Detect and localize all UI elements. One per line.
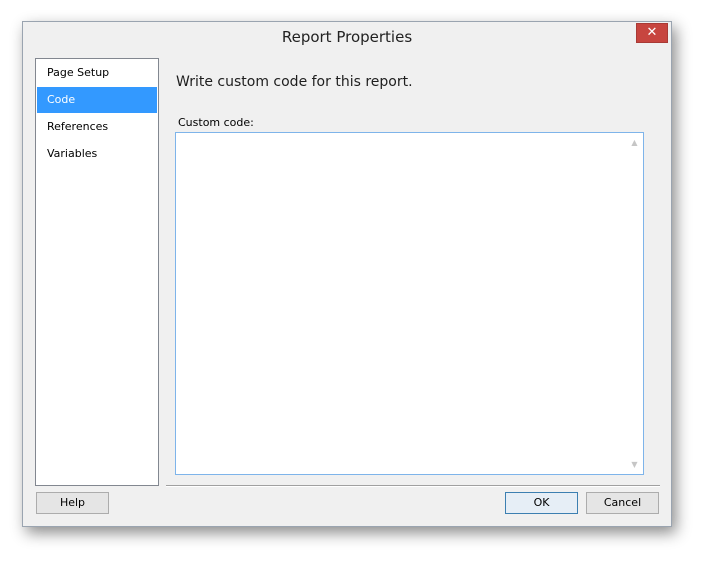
custom-code-textarea[interactable]: ▲ ▼ xyxy=(175,132,644,475)
scroll-down-icon[interactable]: ▼ xyxy=(626,456,643,473)
close-button[interactable]: ✕ xyxy=(636,23,668,43)
cancel-button[interactable]: Cancel xyxy=(586,492,659,514)
ok-button[interactable]: OK xyxy=(505,492,578,514)
vertical-scrollbar[interactable]: ▲ ▼ xyxy=(626,133,643,474)
report-properties-dialog: Report Properties ✕ Page Setup Code Refe… xyxy=(22,21,672,527)
nav-item-code[interactable]: Code xyxy=(37,87,157,113)
nav-item-variables[interactable]: Variables xyxy=(37,141,157,167)
nav-item-references[interactable]: References xyxy=(37,114,157,140)
dialog-title: Report Properties xyxy=(281,28,413,46)
category-list: Page Setup Code References Variables xyxy=(35,58,159,486)
close-icon: ✕ xyxy=(646,25,658,40)
scroll-up-icon[interactable]: ▲ xyxy=(626,134,643,151)
title-bar[interactable]: Report Properties ✕ xyxy=(23,22,671,52)
nav-item-page-setup[interactable]: Page Setup xyxy=(37,60,157,86)
custom-code-label: Custom code: xyxy=(178,116,254,129)
page-heading: Write custom code for this report. xyxy=(176,74,413,90)
help-button[interactable]: Help xyxy=(36,492,109,514)
footer-divider xyxy=(166,485,660,487)
